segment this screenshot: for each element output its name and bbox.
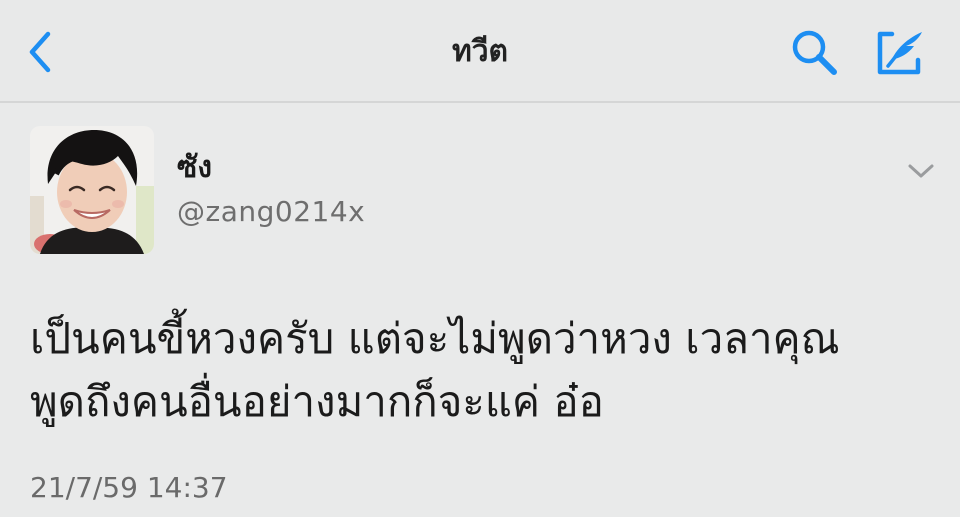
tweet-text-line: พูดถึงคนอื่นอย่างมากก็จะแค่ อ๋อ — [30, 377, 604, 426]
compose-tweet-icon — [877, 31, 922, 75]
tweet-menu-button[interactable] — [904, 156, 938, 186]
author-display-name[interactable]: ซัง — [177, 144, 212, 191]
tweet-timestamp: 21/7/59 14:37 — [30, 471, 228, 504]
chevron-down-icon — [908, 164, 934, 178]
profile-photo — [30, 126, 154, 254]
compose-tweet-button[interactable] — [870, 24, 932, 82]
chevron-left-icon — [29, 31, 51, 73]
tweet-text: เป็นคนขี้หวงครับ แต่จะไม่พูดว่าหวง เวลาค… — [30, 307, 945, 433]
search-icon — [792, 30, 837, 75]
navigation-bar: ทวีต — [0, 0, 960, 103]
tweet-text-line: เป็นคนขี้หวงครับ แต่จะไม่พูดว่าหวง เวลาค… — [30, 314, 840, 363]
author-handle[interactable]: @zang0214x — [177, 195, 365, 228]
search-button[interactable] — [786, 26, 844, 80]
back-button[interactable] — [20, 26, 64, 78]
avatar[interactable] — [30, 126, 154, 254]
